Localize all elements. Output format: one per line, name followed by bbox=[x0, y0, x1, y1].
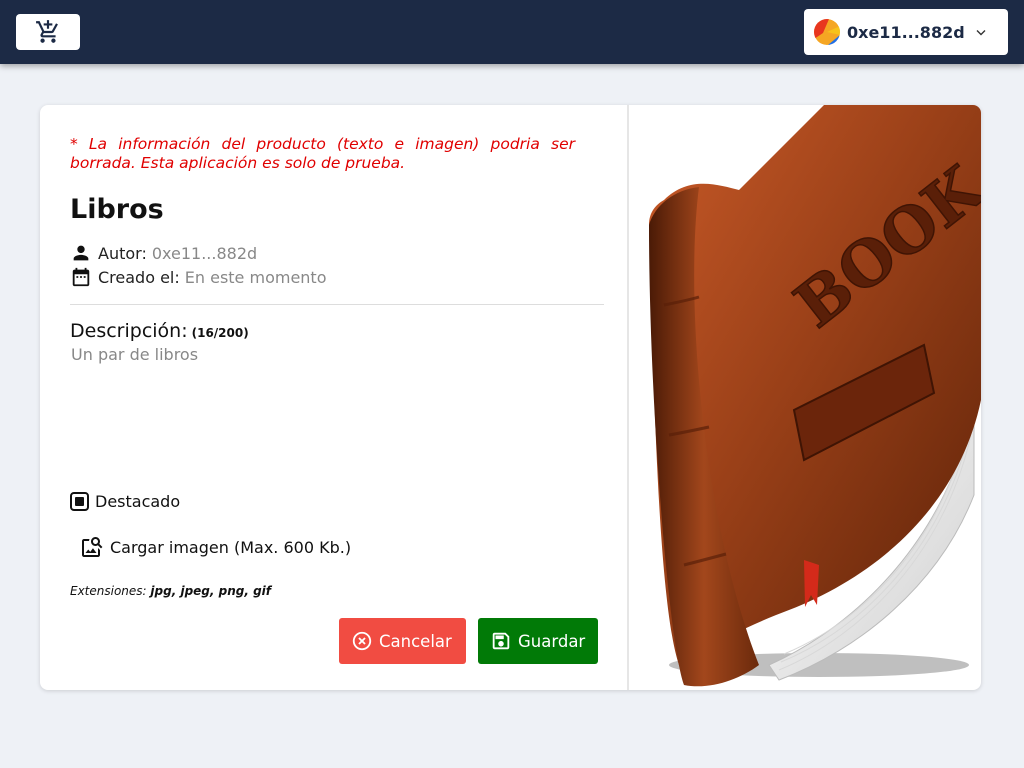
description-label: Descripción: bbox=[70, 320, 188, 342]
upload-image-button[interactable]: Cargar imagen (Max. 600 Kb.) bbox=[80, 535, 351, 559]
product-image-panel: BOOK bbox=[629, 105, 981, 690]
add-to-cart-button[interactable] bbox=[16, 14, 80, 50]
allowed-extensions: Extensiones: jpg, jpeg, png, gif bbox=[70, 584, 271, 598]
description-text[interactable]: Un par de libros bbox=[71, 345, 198, 364]
product-card: * La información del producto (texto e i… bbox=[40, 105, 981, 690]
product-details-panel: * La información del producto (texto e i… bbox=[40, 105, 627, 690]
cancel-button[interactable]: Cancelar bbox=[339, 618, 466, 664]
save-label: Guardar bbox=[518, 631, 586, 651]
save-floppy-icon bbox=[492, 632, 510, 650]
created-label: Creado el: bbox=[98, 267, 180, 287]
extensions-value: jpg, jpeg, png, gif bbox=[150, 584, 272, 598]
checkbox-checked-icon bbox=[70, 492, 89, 511]
calendar-icon bbox=[72, 267, 90, 287]
created-value: En este momento bbox=[184, 267, 327, 287]
author-label: Autor: bbox=[98, 243, 147, 263]
extensions-label: Extensiones: bbox=[70, 584, 147, 598]
save-button[interactable]: Guardar bbox=[478, 618, 598, 664]
test-data-warning: * La información del producto (texto e i… bbox=[70, 135, 575, 172]
section-divider bbox=[70, 304, 604, 305]
created-row: Creado el: En este momento bbox=[70, 266, 327, 288]
chevron-down-icon bbox=[976, 29, 986, 36]
upload-image-label: Cargar imagen (Max. 600 Kb.) bbox=[110, 537, 352, 557]
image-search-icon bbox=[82, 537, 103, 557]
description-heading: Descripción: (16/200) bbox=[70, 320, 249, 342]
product-title: Libros bbox=[70, 194, 164, 225]
cancel-label: Cancelar bbox=[379, 631, 452, 651]
top-navbar: 0xe11...882d bbox=[0, 0, 1024, 64]
featured-label: Destacado bbox=[95, 492, 181, 511]
cancel-circle-icon bbox=[352, 631, 372, 651]
wallet-address: 0xe11...882d bbox=[847, 22, 965, 42]
person-icon bbox=[73, 245, 89, 261]
identicon-avatar bbox=[814, 19, 840, 45]
book-product-image: BOOK bbox=[649, 105, 981, 687]
author-row: Autor: 0xe11...882d bbox=[70, 242, 257, 264]
wallet-account-button[interactable]: 0xe11...882d bbox=[804, 9, 1008, 55]
author-value: 0xe11...882d bbox=[151, 243, 258, 263]
featured-checkbox[interactable]: Destacado bbox=[70, 492, 180, 511]
add-shopping-cart-icon bbox=[36, 20, 58, 43]
description-char-count: (16/200) bbox=[191, 326, 249, 340]
